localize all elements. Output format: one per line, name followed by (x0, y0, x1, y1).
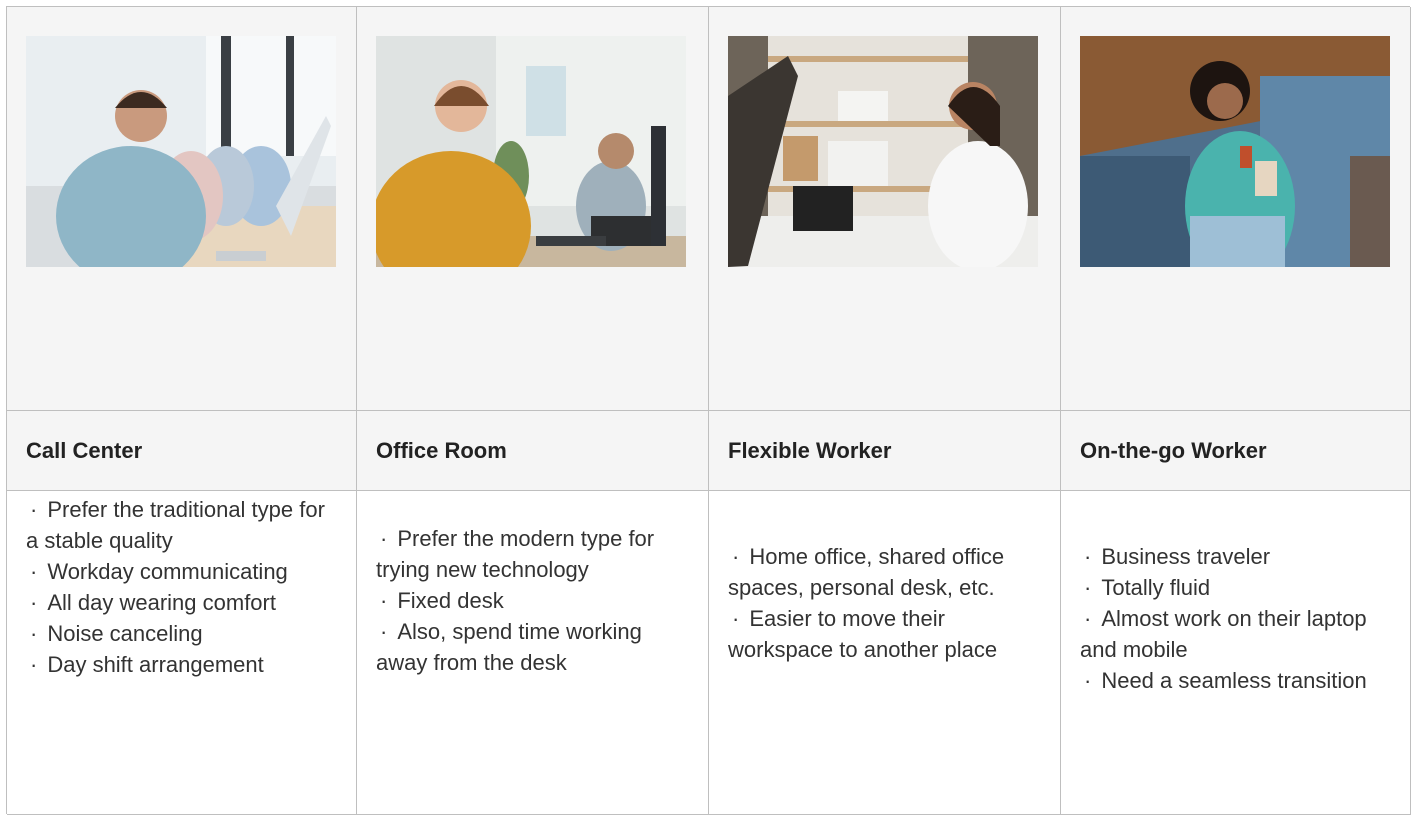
feature-list-office-room: · Prefer the modern type for trying new t… (376, 523, 690, 678)
list-item: · Home office, shared office spaces, pers… (728, 544, 1005, 600)
header-cell-office-room: Office Room (357, 411, 709, 491)
call-center-photo (26, 36, 336, 267)
image-cell-office-room (357, 7, 709, 411)
list-item: · Workday communicating (30, 559, 288, 584)
feature-list-call-center: · Prefer the traditional type for a stabl… (26, 494, 338, 680)
list-item: · Need a seamless transition (1084, 668, 1367, 693)
image-cell-flexible-worker (709, 7, 1061, 411)
column-title-call-center: Call Center (26, 437, 143, 463)
list-item: · All day wearing comfort (30, 590, 276, 615)
list-item: · Also, spend time working away from the … (376, 619, 642, 675)
list-item: · Almost work on their laptop and mobile (1080, 606, 1367, 662)
image-cell-on-the-go-worker (1061, 7, 1411, 411)
image-cell-call-center (7, 7, 357, 411)
feature-list-flexible-worker: · Home office, shared office spaces, pers… (728, 541, 1042, 665)
list-item: · Totally fluid (1084, 575, 1211, 600)
office-room-photo (376, 36, 686, 267)
flexible-worker-photo (728, 36, 1038, 267)
body-cell-flexible-worker: · Home office, shared office spaces, pers… (709, 491, 1061, 815)
list-item: · Fixed desk (380, 588, 504, 613)
header-cell-call-center: Call Center (7, 411, 357, 491)
list-item: · Noise canceling (30, 621, 203, 646)
feature-list-on-the-go-worker: · Business traveler · Totally fluid · Almos… (1080, 541, 1392, 696)
header-cell-flexible-worker: Flexible Worker (709, 411, 1061, 491)
list-item: · Easier to move their workspace to anoth… (728, 606, 998, 662)
workspace-comparison-table: Call Center Office Room Flexible Worker … (6, 6, 1411, 815)
header-cell-on-the-go-worker: On-the-go Worker (1061, 411, 1411, 491)
list-item: · Prefer the traditional type for a stabl… (26, 497, 325, 553)
body-cell-office-room: · Prefer the modern type for trying new t… (357, 491, 709, 815)
list-item: · Day shift arrangement (30, 652, 264, 677)
column-title-office-room: Office Room (376, 437, 507, 463)
body-cell-call-center: · Prefer the traditional type for a stabl… (7, 491, 357, 815)
list-item: · Prefer the modern type for trying new t… (376, 526, 655, 582)
column-title-flexible-worker: Flexible Worker (728, 437, 892, 463)
column-title-on-the-go-worker: On-the-go Worker (1080, 437, 1267, 463)
on-the-go-worker-photo (1080, 36, 1390, 267)
list-item: · Business traveler (1084, 544, 1271, 569)
body-cell-on-the-go-worker: · Business traveler · Totally fluid · Almos… (1061, 491, 1411, 815)
